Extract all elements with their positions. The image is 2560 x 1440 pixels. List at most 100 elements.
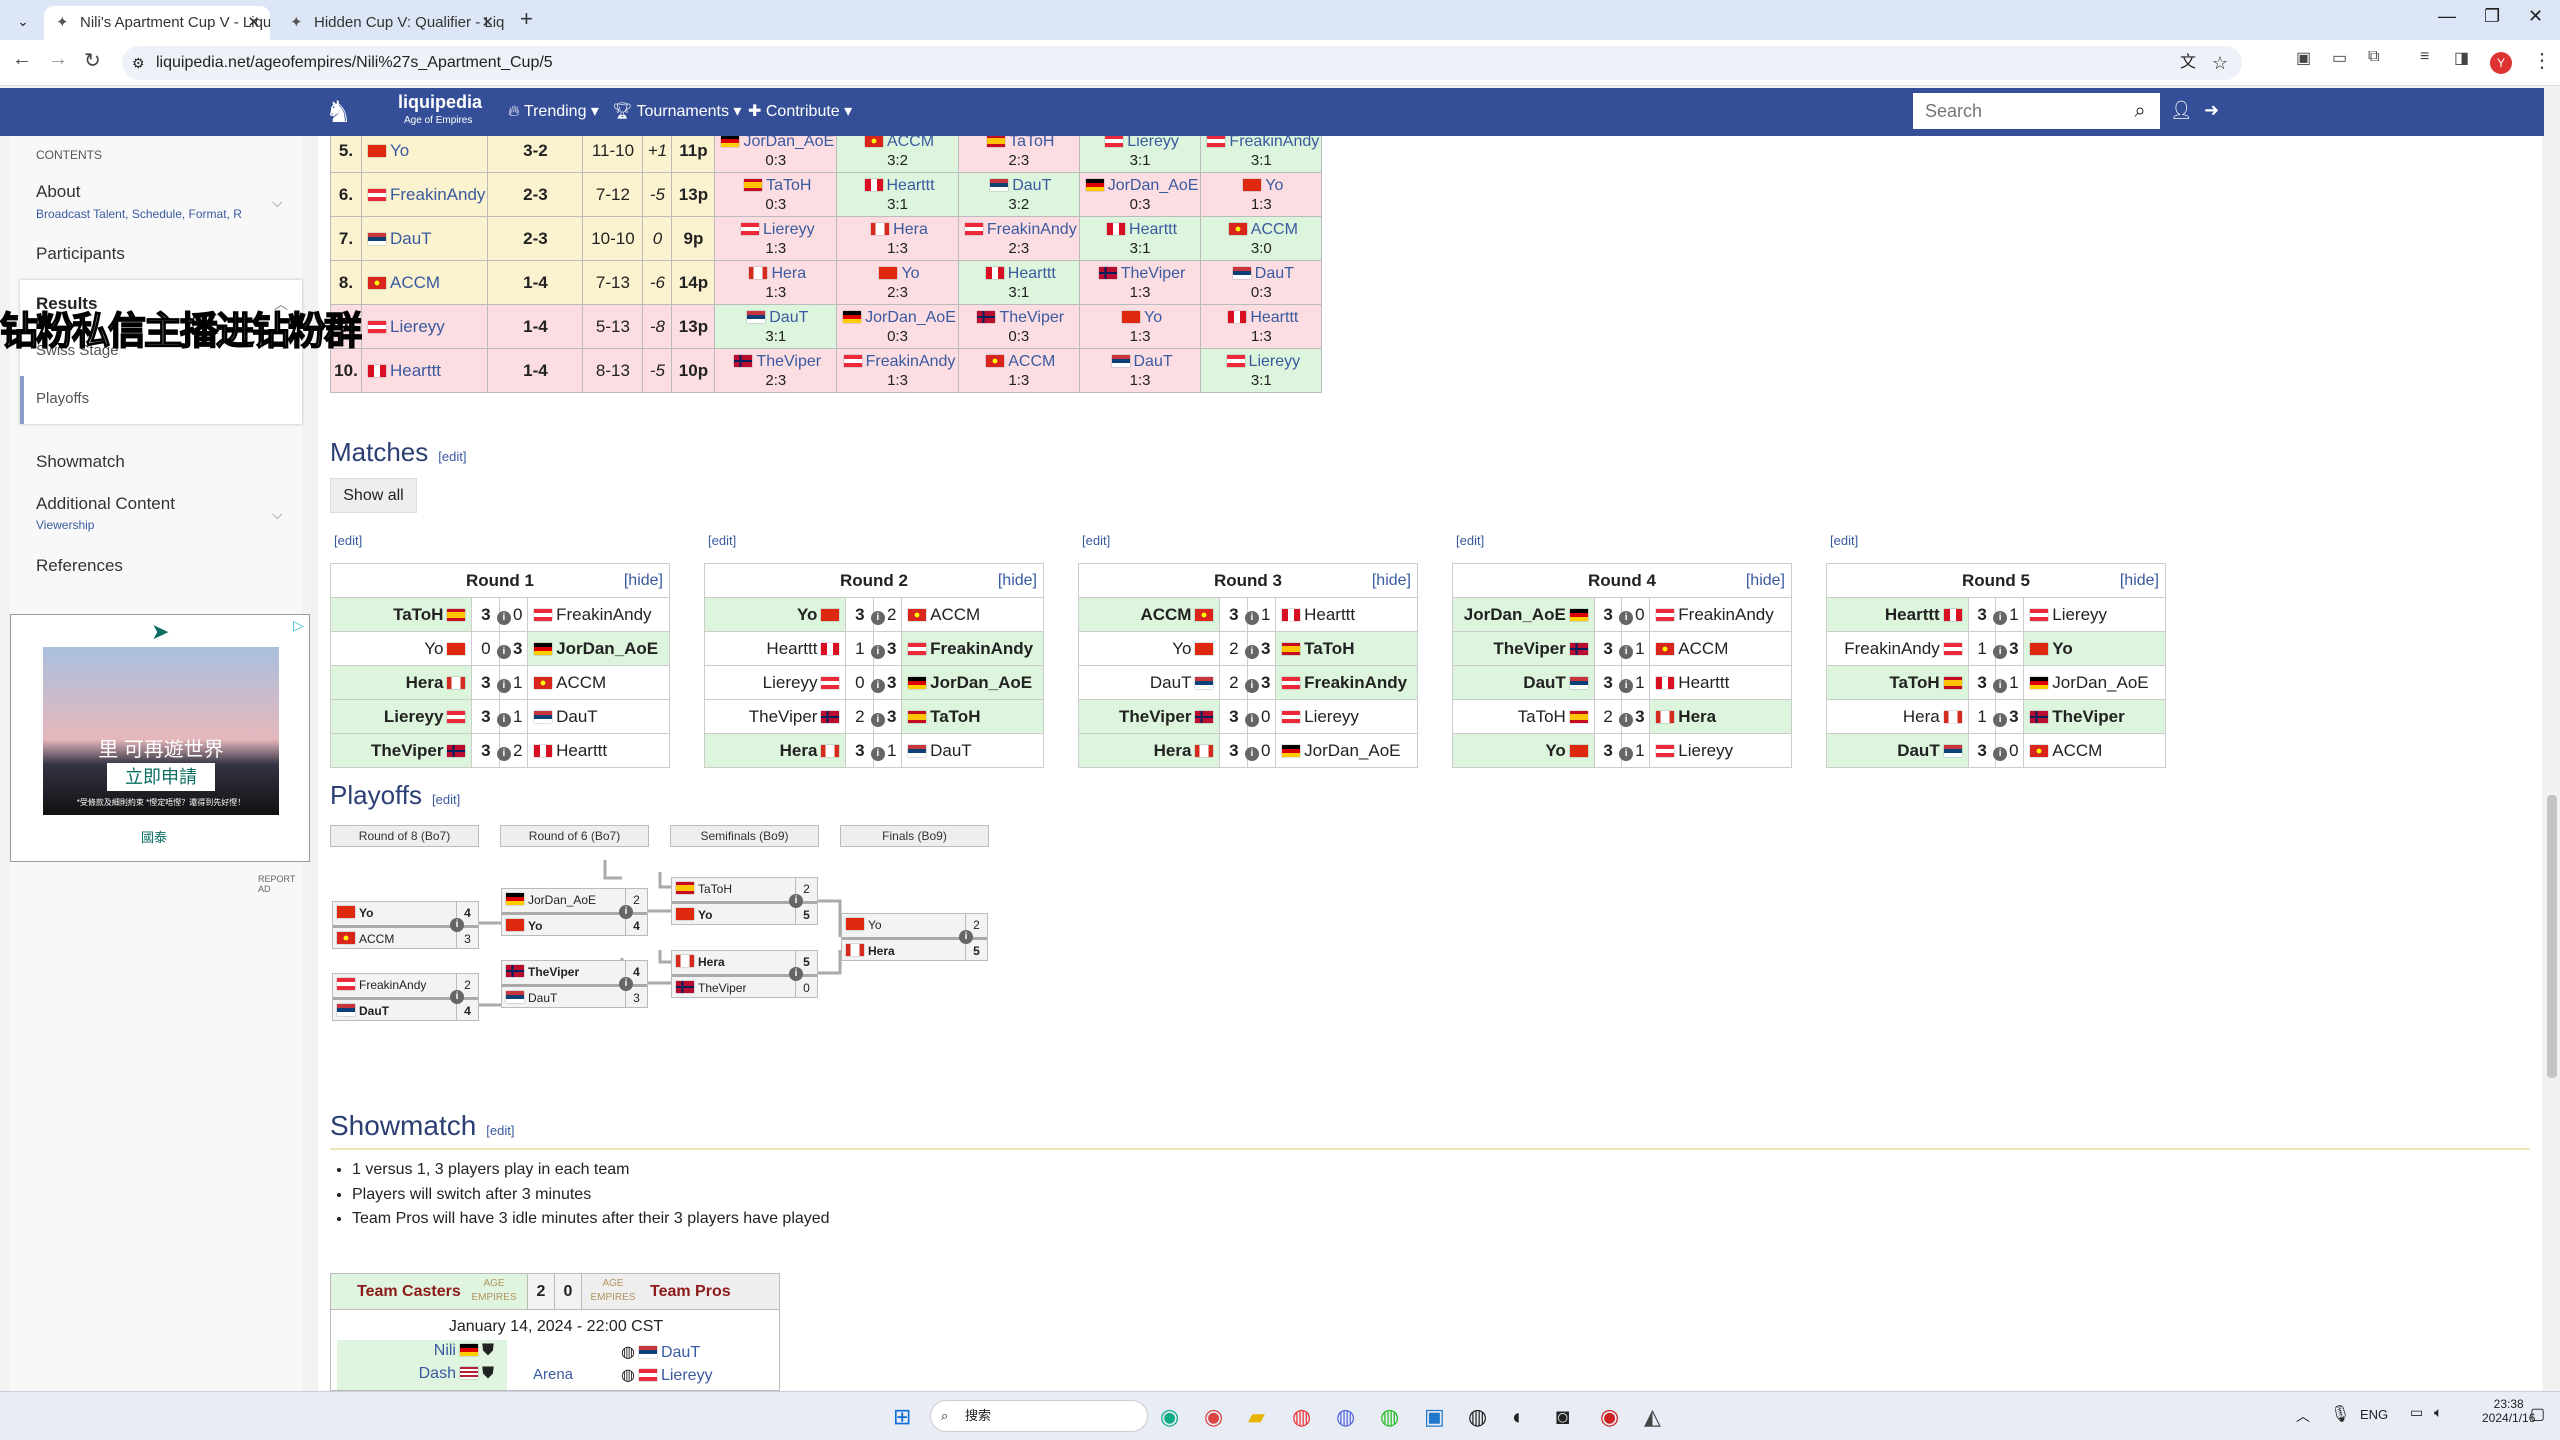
opponent-link[interactable]: Hearttt bbox=[1008, 265, 1056, 282]
match-info-icon[interactable]: i bbox=[1619, 712, 1634, 727]
restore-icon[interactable]: ❐ bbox=[2484, 6, 2500, 27]
left-player[interactable]: TaToH bbox=[329, 597, 473, 632]
site-info-icon[interactable]: ⚙ bbox=[132, 46, 145, 80]
match-info-icon[interactable]: i bbox=[1619, 678, 1634, 693]
match-info-icon[interactable]: i bbox=[619, 905, 633, 919]
opponent-link[interactable]: Liereyy bbox=[763, 221, 815, 238]
right-player[interactable]: TaToH bbox=[901, 699, 1044, 734]
right-player[interactable]: JorDan_AoE bbox=[901, 665, 1044, 700]
left-player[interactable]: DauT bbox=[1826, 733, 1969, 768]
match-info-icon[interactable]: i bbox=[1993, 644, 2008, 659]
toc-references[interactable]: References bbox=[36, 556, 123, 576]
toc-viewership[interactable]: Viewership bbox=[36, 518, 94, 532]
match-info-icon[interactable]: i bbox=[1244, 610, 1259, 625]
hide-link[interactable]: [hide] bbox=[1746, 572, 1785, 590]
right-player[interactable]: JorDan_AoE bbox=[2023, 665, 2166, 700]
player-link[interactable]: Liereyy bbox=[390, 317, 445, 336]
app-icon[interactable]: ◭ bbox=[1644, 1404, 1661, 1430]
player-link[interactable]: Liereyy bbox=[661, 1367, 713, 1384]
chrome-icon[interactable]: ◉ bbox=[1204, 1404, 1223, 1430]
toc-showmatch[interactable]: Showmatch bbox=[36, 452, 125, 472]
extensions-puzzle-icon[interactable]: ⧉ bbox=[2368, 48, 2379, 66]
close-tab-icon[interactable]: ✕ bbox=[481, 6, 494, 40]
edit-link[interactable]: [edit] bbox=[438, 449, 466, 464]
chevron-down-icon[interactable]: ⌵ bbox=[272, 506, 283, 523]
tab-inactive[interactable]: ✦ Hidden Cup V: Qualifier - Liq ✕ bbox=[278, 6, 504, 40]
wechat-icon[interactable]: ◍ bbox=[1380, 1404, 1399, 1430]
liquipedia-logo-icon[interactable]: ♞ bbox=[325, 94, 381, 132]
opponent-link[interactable]: DauT bbox=[769, 309, 808, 326]
left-player[interactable]: Liereyy bbox=[703, 665, 847, 700]
right-player[interactable]: Hearttt bbox=[1275, 597, 1418, 632]
match-info-icon[interactable]: i bbox=[1993, 746, 2008, 761]
left-player[interactable]: JorDan_AoE bbox=[1452, 597, 1595, 632]
reload-icon[interactable]: ↻ bbox=[84, 48, 101, 73]
login-icon[interactable]: ➜ bbox=[2204, 100, 2219, 121]
right-player[interactable]: Yo bbox=[2023, 631, 2166, 666]
forward-icon[interactable]: → bbox=[48, 48, 68, 71]
hide-link[interactable]: [hide] bbox=[1372, 572, 1411, 590]
right-player[interactable]: ACCM bbox=[1649, 631, 1792, 666]
advertisement[interactable]: ➤ ▷ 里 可再遊世界 立即申請 *受條款及細則約束 *慳定唔慳？還得到先好慳！… bbox=[10, 614, 310, 862]
nav-tournaments[interactable]: 🏆︎ Tournaments ▾ bbox=[612, 88, 741, 136]
tab-active[interactable]: ✦ Nili's Apartment Cup V - Liqu ✕ bbox=[44, 6, 270, 40]
taskbar-search[interactable]: ⌕ 搜索 bbox=[930, 1400, 1148, 1432]
app-icon[interactable]: ◍ bbox=[1292, 1404, 1311, 1430]
network-icon[interactable]: ▭ bbox=[2410, 1404, 2423, 1421]
start-windows-icon[interactable]: ⊞ bbox=[893, 1404, 911, 1430]
hide-link[interactable]: [hide] bbox=[998, 572, 1037, 590]
left-player[interactable]: Yo bbox=[1452, 733, 1595, 768]
right-player[interactable]: JorDan_AoE bbox=[1275, 733, 1418, 768]
match-info-icon[interactable]: i bbox=[1244, 678, 1259, 693]
tab-list-chevron-icon[interactable]: ⌄ bbox=[10, 8, 36, 34]
notification-icon[interactable]: ▢ bbox=[2530, 1404, 2545, 1424]
opponent-link[interactable]: JorDan_AoE bbox=[865, 309, 956, 326]
match-info-icon[interactable]: i bbox=[1244, 746, 1259, 761]
edge-icon[interactable]: ◉ bbox=[1160, 1404, 1179, 1430]
right-player[interactable]: Liereyy bbox=[1275, 699, 1418, 734]
edit-link[interactable]: [edit] bbox=[486, 1123, 514, 1138]
match-info-icon[interactable]: i bbox=[870, 644, 885, 659]
edit-link[interactable]: [edit] bbox=[1830, 533, 1858, 548]
playoff-round-header[interactable]: Finals (Bo9) bbox=[840, 825, 989, 847]
player-link[interactable]: DauT bbox=[661, 1344, 700, 1361]
left-player[interactable]: DauT bbox=[1452, 665, 1595, 700]
match-info-icon[interactable]: i bbox=[1244, 712, 1259, 727]
opponent-link[interactable]: Hearttt bbox=[1250, 309, 1298, 326]
ad-cta-button[interactable]: 立即申請 bbox=[107, 763, 215, 791]
match-info-icon[interactable]: i bbox=[450, 990, 464, 1004]
player-link[interactable]: Yo bbox=[390, 141, 409, 160]
left-player[interactable]: TaToH bbox=[1452, 699, 1595, 734]
opponent-link[interactable]: ACCM bbox=[1008, 353, 1055, 370]
toc-playoffs[interactable]: Playoffs bbox=[36, 390, 89, 407]
opponent-link[interactable]: Yo bbox=[901, 265, 919, 282]
playoff-round-header[interactable]: Round of 6 (Bo7) bbox=[500, 825, 649, 847]
match-info-icon[interactable]: i bbox=[870, 712, 885, 727]
file-explorer-icon[interactable]: ▰ bbox=[1248, 1404, 1265, 1430]
opponent-link[interactable]: Yo bbox=[1144, 309, 1162, 326]
clock[interactable]: 23:38 2024/1/16 bbox=[2482, 1397, 2535, 1425]
opponent-link[interactable]: DauT bbox=[1012, 177, 1051, 194]
match-info-icon[interactable]: i bbox=[496, 712, 511, 727]
toc-about-sub[interactable]: Broadcast Talent, Schedule, Format, R bbox=[36, 207, 242, 221]
match-info-icon[interactable]: i bbox=[496, 678, 511, 693]
side-panel-icon[interactable]: ◨ bbox=[2454, 48, 2469, 68]
player-link[interactable]: ACCM bbox=[390, 273, 440, 292]
search-input[interactable] bbox=[1913, 93, 2120, 129]
player-link[interactable]: Nili bbox=[434, 1342, 456, 1359]
right-player[interactable]: FreakinAndy bbox=[527, 597, 670, 632]
microphone-icon[interactable]: 🎙︎ bbox=[2330, 1404, 2350, 1424]
player-link[interactable]: Dash bbox=[419, 1365, 456, 1382]
match-info-icon[interactable]: i bbox=[1244, 644, 1259, 659]
opponent-link[interactable]: Yo bbox=[1265, 177, 1283, 194]
right-player[interactable]: JorDan_AoE bbox=[527, 631, 670, 666]
left-player[interactable]: Yo bbox=[329, 631, 473, 666]
toc-about[interactable]: About bbox=[36, 182, 80, 202]
right-player[interactable]: Liereyy bbox=[2023, 597, 2166, 632]
match-info-icon[interactable]: i bbox=[870, 746, 885, 761]
right-player[interactable]: TaToH bbox=[1275, 631, 1418, 666]
translate-icon[interactable]: 文 bbox=[2180, 46, 2196, 80]
match-info-icon[interactable]: i bbox=[1993, 712, 2008, 727]
left-player[interactable]: Hera bbox=[1826, 699, 1969, 734]
minimize-icon[interactable]: — bbox=[2438, 6, 2456, 27]
